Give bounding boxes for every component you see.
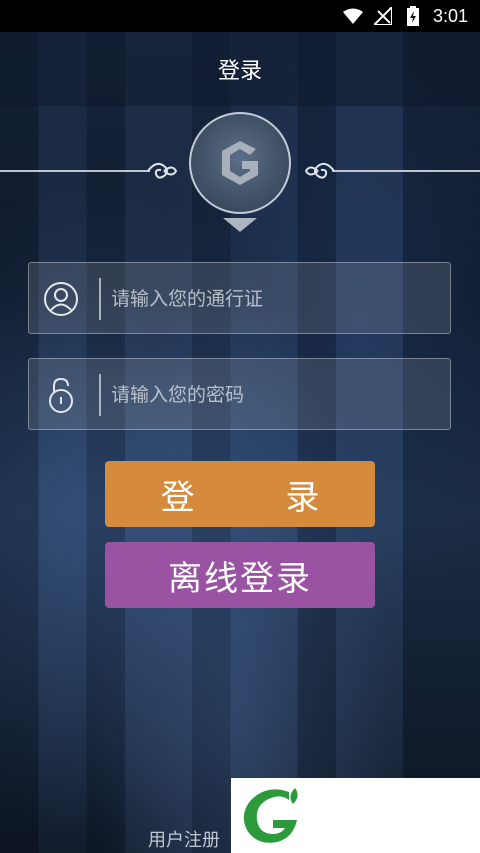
green-g-leaf-icon xyxy=(243,788,298,843)
app-header: 登录 xyxy=(0,32,480,106)
login-button-label: 登 录 xyxy=(160,477,360,518)
status-time: 3:01 xyxy=(432,5,468,26)
lock-icon xyxy=(43,377,79,413)
offline-login-button[interactable]: 离线登录 xyxy=(105,542,375,608)
password-field xyxy=(28,358,451,431)
login-button[interactable]: 登 录 xyxy=(105,461,375,527)
field-divider xyxy=(99,374,101,416)
ornament-right-icon xyxy=(304,156,336,190)
logo-pointer xyxy=(223,218,257,232)
logo-divider-right xyxy=(332,170,480,172)
signal-off-icon xyxy=(373,7,393,25)
register-link[interactable]: 用户注册 xyxy=(148,826,220,852)
logo-divider-left xyxy=(0,170,150,172)
app-logo xyxy=(189,112,291,214)
ornament-left-icon xyxy=(146,156,178,190)
g-logo-icon xyxy=(222,141,258,185)
wifi-icon xyxy=(342,7,363,25)
page-title: 登录 xyxy=(217,59,262,84)
password-input[interactable] xyxy=(109,359,443,431)
user-icon xyxy=(43,281,79,317)
brand-watermark xyxy=(231,778,480,853)
field-divider xyxy=(99,278,101,320)
offline-login-button-label: 离线登录 xyxy=(168,558,312,599)
account-field xyxy=(28,262,451,335)
status-bar: 3:01 xyxy=(0,0,480,32)
battery-charging-icon xyxy=(403,6,423,26)
account-input[interactable] xyxy=(109,263,443,335)
